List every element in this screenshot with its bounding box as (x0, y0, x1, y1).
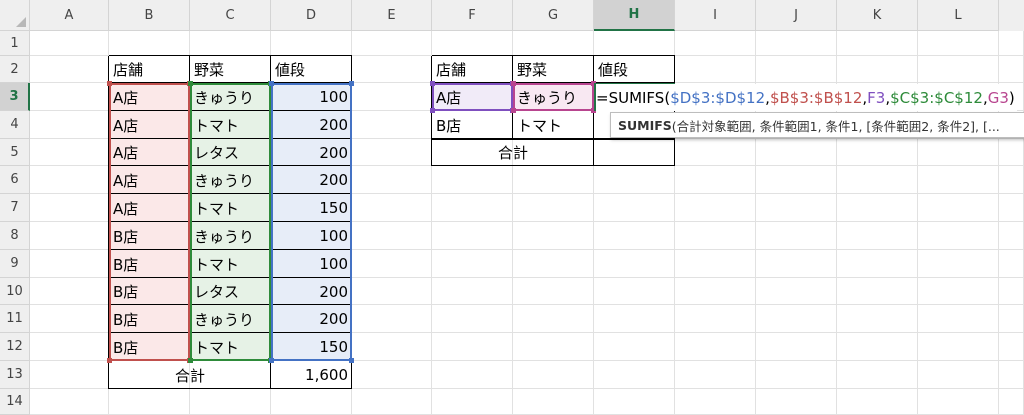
range-highlight-criteria-store (432, 83, 513, 111)
formula-arg-criteria1: F3 (867, 88, 886, 107)
range-handle-icon[interactable] (188, 81, 193, 86)
right-store-cell[interactable]: B店 (432, 111, 513, 139)
right-total-label[interactable]: 合計 (432, 139, 594, 166)
row-header-2[interactable]: 2 (0, 56, 30, 83)
formula-edit-text[interactable]: =SUMIFS($D$3:$D$12, $B$3:$B$12, F3, $C$3:$C… (596, 84, 1017, 111)
right-header-cell[interactable]: 店舗 (432, 56, 513, 83)
select-all-triangle-icon (16, 17, 26, 27)
column-header-i[interactable]: I (675, 0, 756, 31)
range-handle-icon[interactable] (269, 358, 274, 363)
tooltip-function-name[interactable]: SUMIFS (618, 118, 672, 133)
range-highlight-criteria-vegetable (513, 83, 594, 111)
left-header-cell[interactable]: 野菜 (190, 56, 271, 83)
column-header-f[interactable]: F (432, 0, 513, 31)
right-header-cell[interactable]: 値段 (594, 56, 675, 83)
column-header-e[interactable]: E (352, 0, 432, 31)
row-header-12[interactable]: 12 (0, 333, 30, 361)
column-header-b[interactable]: B (109, 0, 190, 31)
right-vegetable-cell[interactable]: トマト (513, 111, 594, 139)
table-border (109, 55, 352, 56)
range-handle-icon[interactable] (188, 358, 193, 363)
range-handle-icon[interactable] (511, 108, 516, 113)
range-handle-icon[interactable] (107, 81, 112, 86)
column-header-a[interactable]: A (30, 0, 109, 31)
table-border (432, 138, 675, 140)
column-header-j[interactable]: J (756, 0, 837, 31)
row-header-6[interactable]: 6 (0, 166, 30, 194)
formula-prefix: =SUMIFS( (596, 88, 671, 107)
row-header-14[interactable]: 14 (0, 389, 30, 415)
column-header-d[interactable]: D (271, 0, 352, 31)
column-header-g[interactable]: G (513, 0, 594, 31)
range-handle-icon[interactable] (349, 358, 354, 363)
row-header-11[interactable]: 11 (0, 305, 30, 333)
function-signature-tooltip[interactable]: SUMIFS (合計対象範囲, 条件範囲1, 条件1, [条件範囲2, 条件2],… (610, 112, 1024, 138)
row-header-9[interactable]: 9 (0, 250, 30, 278)
table-border (432, 55, 675, 56)
table-border (431, 139, 432, 166)
right-total-value[interactable] (594, 139, 675, 166)
table-border (351, 361, 352, 389)
formula-arg-criteria2: G3 (987, 88, 1009, 107)
row-header-5[interactable]: 5 (0, 139, 30, 166)
row-header-8[interactable]: 8 (0, 222, 30, 250)
table-border (109, 388, 352, 389)
range-highlight-store (109, 83, 190, 361)
table-border (270, 361, 271, 389)
formula-arg-criteria-range2: $C$3:$C$12 (890, 88, 983, 107)
table-border (108, 361, 109, 389)
left-header-cell[interactable]: 値段 (271, 56, 352, 83)
table-border (674, 139, 675, 166)
right-header-cell[interactable]: 野菜 (513, 56, 594, 83)
range-handle-icon[interactable] (107, 358, 112, 363)
column-header-c[interactable]: C (190, 0, 271, 31)
range-handle-icon[interactable] (269, 81, 274, 86)
range-highlight-vegetable (190, 83, 271, 361)
select-all-corner[interactable] (0, 0, 30, 31)
column-header-h[interactable]: H (594, 0, 675, 31)
range-highlight-price (271, 83, 352, 361)
row-header-1[interactable]: 1 (0, 31, 30, 56)
range-handle-icon[interactable] (430, 108, 435, 113)
tooltip-signature: (合計対象範囲, 条件範囲1, 条件1, [条件範囲2, 条件2], [... (671, 118, 1000, 134)
row-header-13[interactable]: 13 (0, 361, 30, 389)
left-total-label[interactable]: 合計 (109, 361, 271, 389)
range-handle-icon[interactable] (430, 81, 435, 86)
range-handle-icon[interactable] (511, 81, 516, 86)
row-header-3[interactable]: 3 (0, 83, 30, 111)
range-handle-icon[interactable] (349, 81, 354, 86)
formula-suffix: ) (1008, 88, 1015, 107)
formula-arg-sum-range: $D$3:$D$12 (670, 88, 766, 107)
left-total-value[interactable]: 1,600 (271, 361, 352, 389)
formula-arg-criteria-range1: $B$3:$B$12 (769, 88, 863, 107)
row-header-7[interactable]: 7 (0, 194, 30, 222)
table-border (593, 139, 594, 166)
left-header-cell[interactable]: 店舗 (109, 56, 190, 83)
column-header-l[interactable]: L (918, 0, 999, 31)
row-header-4[interactable]: 4 (0, 111, 30, 139)
spreadsheet-grid[interactable]: A B C D E F G H I J K L 1 2 3 4 5 6 7 8 9 10 11 12 13 14 店舗 野菜 値段 A店… (0, 0, 1024, 415)
column-header-k[interactable]: K (837, 0, 918, 31)
table-border (432, 165, 675, 166)
row-header-10[interactable]: 10 (0, 278, 30, 305)
